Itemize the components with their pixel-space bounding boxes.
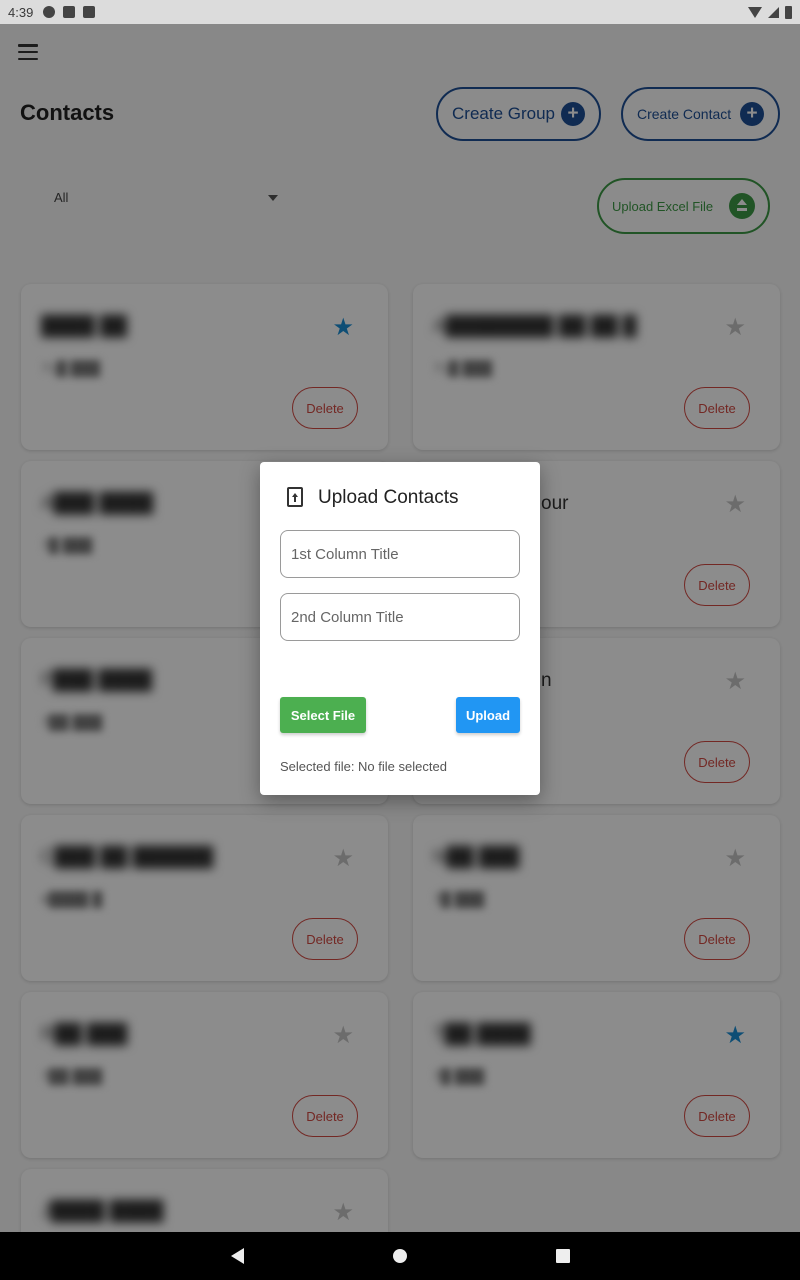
selected-file-status: Selected file: No file selected [280, 759, 447, 774]
back-icon[interactable] [231, 1248, 244, 1264]
upload-contacts-dialog: Upload Contacts Select File Upload Selec… [260, 462, 540, 795]
status-time: 4:39 [8, 4, 34, 20]
wifi-icon [748, 6, 762, 18]
signal-icon [768, 6, 779, 18]
sd-card-icon [83, 6, 96, 18]
file-upload-icon [287, 487, 303, 507]
home-icon[interactable] [393, 1249, 407, 1263]
a-notification-icon [63, 6, 76, 18]
second-column-title-input[interactable] [280, 593, 520, 641]
battery-icon [785, 5, 792, 19]
first-column-title-input[interactable] [280, 530, 520, 578]
select-file-button[interactable]: Select File [280, 697, 366, 733]
status-bar: 4:39 [0, 0, 800, 24]
upload-button[interactable]: Upload [456, 697, 520, 733]
settings-notification-icon [43, 6, 56, 18]
recents-icon[interactable] [556, 1249, 570, 1263]
system-nav-bar [0, 1232, 800, 1280]
dialog-title: Upload Contacts [318, 487, 459, 508]
